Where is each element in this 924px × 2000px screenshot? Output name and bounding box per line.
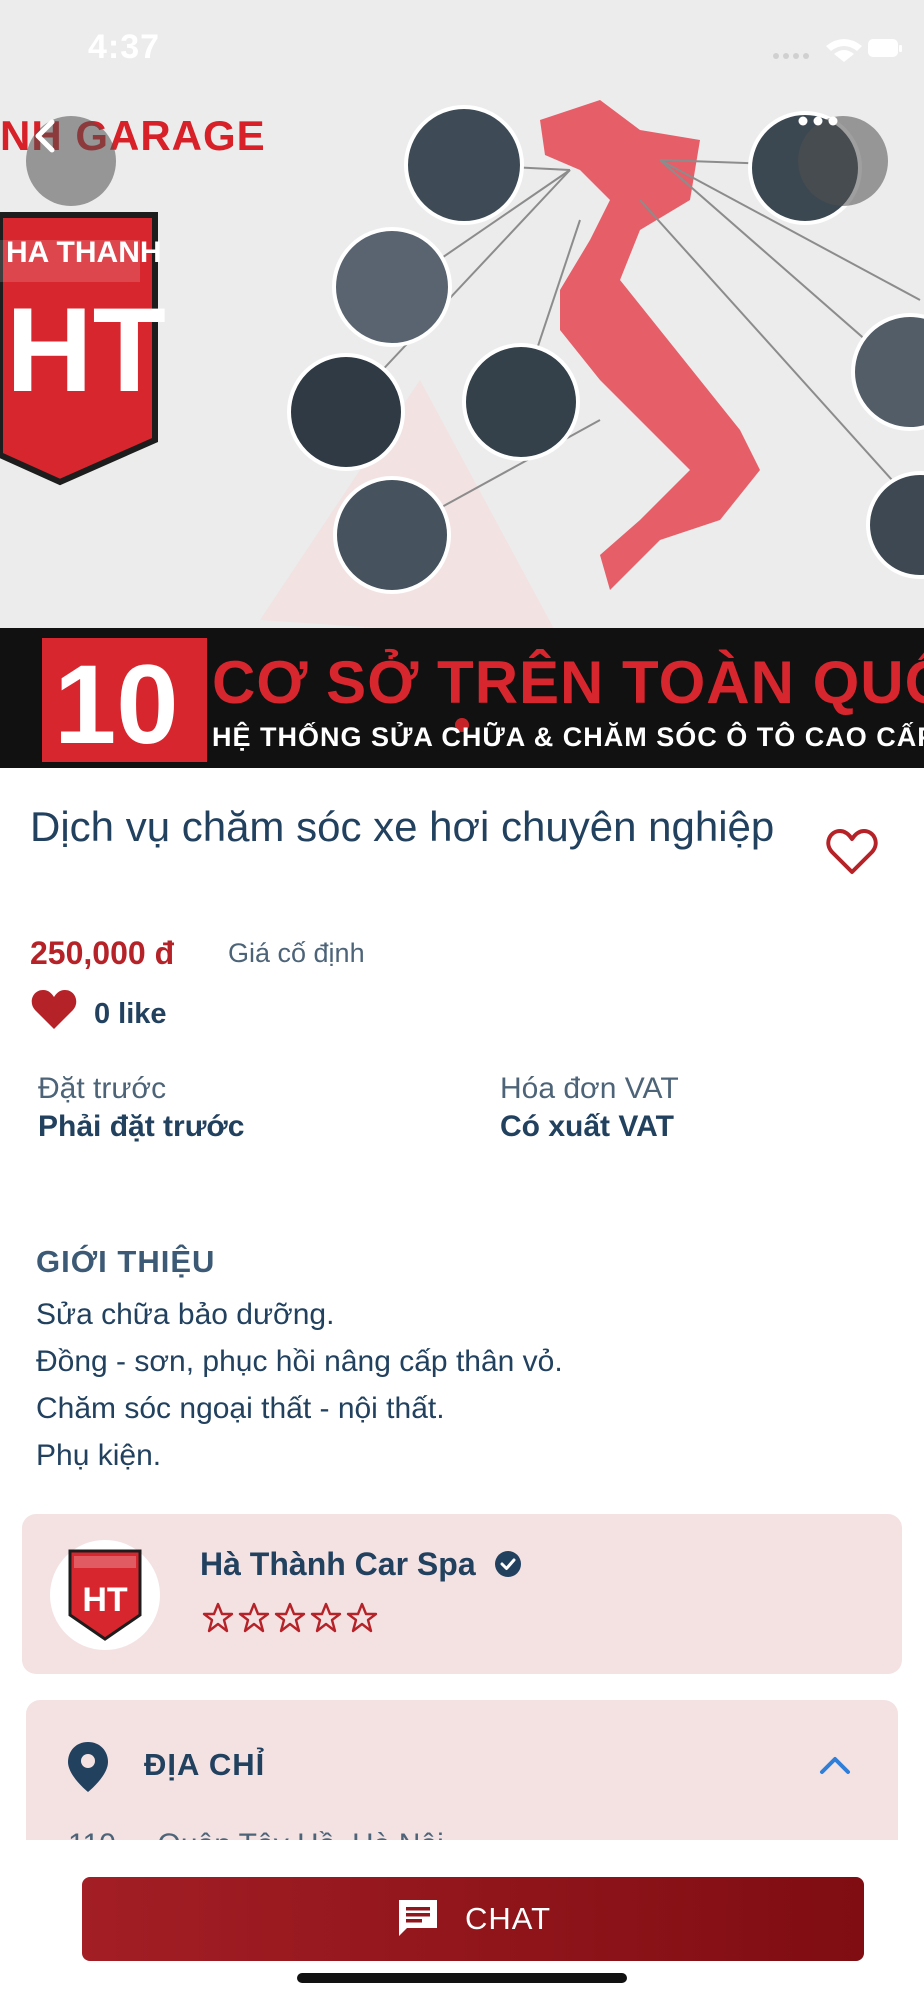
banner-subheadline: HỆ THỐNG SỬA CHỮA & CHĂM SÓC Ô TÔ CAO CẤ… <box>212 722 924 752</box>
banner-number: 10 <box>54 642 179 767</box>
back-button[interactable] <box>26 116 116 206</box>
product-price: 250,000 đ <box>30 935 175 971</box>
product-title: Dịch vụ chăm sóc xe hơi chuyên nghiệp <box>30 803 775 850</box>
intro-title: GIỚI THIỆU <box>36 1244 216 1279</box>
like-button[interactable] <box>30 988 78 1032</box>
star-outline-icon <box>202 1602 234 1633</box>
like-count: 0 like <box>94 998 167 1030</box>
intro-line: Chăm sóc ngoại thất - nội thất. <box>36 1392 445 1425</box>
more-button[interactable] <box>798 116 888 206</box>
svg-text:HT: HT <box>82 1581 128 1619</box>
banner-logo-text: HA THANH <box>6 236 162 269</box>
favorite-button[interactable] <box>826 828 878 876</box>
chat-button[interactable]: CHAT <box>82 1877 864 1961</box>
intro-line: Sửa chữa bảo dưỡng. <box>36 1298 335 1331</box>
star-outline-icon <box>346 1602 378 1633</box>
hero-banner[interactable]: 4:37 NH GARAGE HA THANH HT 10 CƠ SỞ TRÊN… <box>0 0 924 768</box>
info-value-booking: Phải đặt trước <box>38 1110 245 1143</box>
intro-line: Đồng - sơn, phục hồi nâng cấp thân vỏ. <box>36 1345 563 1378</box>
map-pin-icon <box>68 1742 108 1792</box>
price-type: Giá cố định <box>228 938 365 968</box>
star-outline-icon <box>274 1602 306 1633</box>
banner-headline: CƠ SỞ TRÊN TOÀN QUỐC <box>212 649 924 716</box>
banner-logo-mark: HT <box>6 283 166 417</box>
address-title: ĐỊA CHỈ <box>144 1747 266 1782</box>
shop-avatar[interactable]: HT <box>50 1540 160 1650</box>
verified-badge <box>494 1550 522 1578</box>
home-indicator <box>297 1973 627 1983</box>
verified-badge-icon <box>495 1551 521 1577</box>
heart-filled-icon <box>31 990 77 1029</box>
chat-bubble-icon <box>398 1900 437 1936</box>
chat-button-label: CHAT <box>464 1901 552 1936</box>
shop-rating <box>202 1602 382 1634</box>
chevron-left-icon <box>35 119 55 153</box>
info-label-booking: Đặt trước <box>38 1072 167 1105</box>
shop-name[interactable]: Hà Thành Car Spa <box>200 1546 476 1583</box>
address-toggle[interactable] <box>816 1752 854 1778</box>
chevron-up-icon <box>820 1757 850 1774</box>
heart-outline-icon <box>826 829 878 874</box>
star-outline-icon <box>238 1602 270 1633</box>
info-label-vat: Hóa đơn VAT <box>500 1072 679 1105</box>
status-time: 4:37 <box>88 28 161 66</box>
address-pin <box>66 1740 110 1794</box>
status-icons <box>764 36 904 62</box>
star-outline-icon <box>310 1602 342 1633</box>
more-horizontal-icon <box>798 116 838 126</box>
info-value-vat: Có xuất VAT <box>500 1110 674 1143</box>
shop-logo: HT <box>68 1549 142 1641</box>
intro-line: Phụ kiện. <box>36 1439 162 1472</box>
